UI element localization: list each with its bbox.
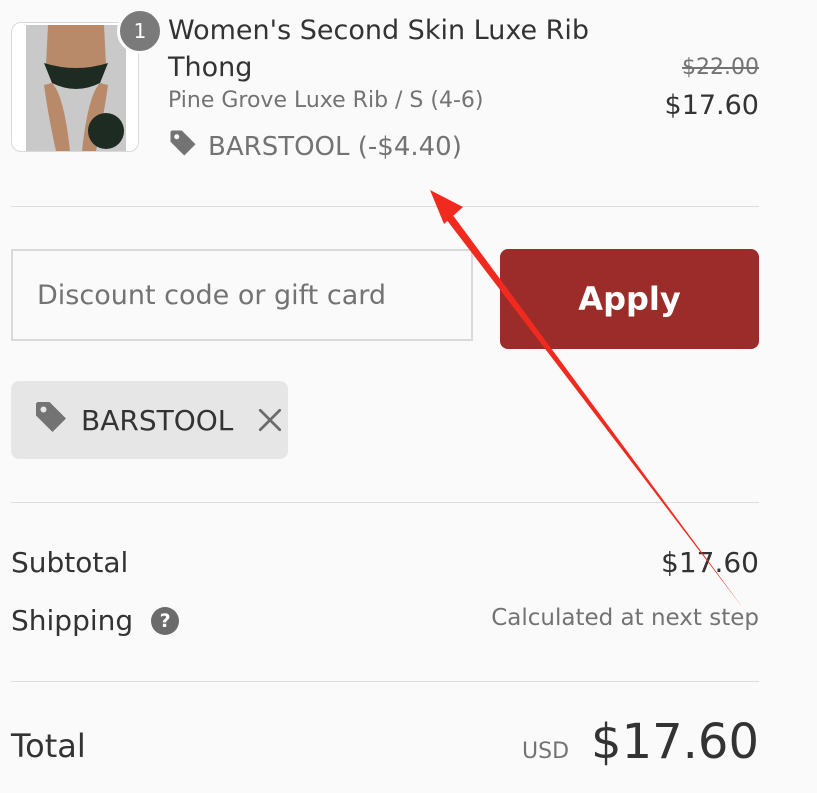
applied-discount-code: BARSTOOL: [81, 403, 234, 437]
total-currency: USD: [522, 739, 570, 764]
line-item-discount: BARSTOOL (-$4.40): [168, 128, 462, 165]
divider: [11, 681, 759, 682]
apply-button[interactable]: Apply: [500, 249, 759, 349]
shipping-row: Shipping ?: [11, 604, 180, 637]
total-value-group: USD $17.60: [522, 714, 759, 770]
shipping-value: Calculated at next step: [491, 605, 759, 631]
line-item-discount-text: BARSTOOL (-$4.40): [208, 131, 462, 162]
total-label: Total: [11, 727, 86, 765]
product-variant: Pine Grove Luxe Rib / S (4-6): [168, 88, 484, 113]
tag-icon: [33, 399, 69, 442]
original-price: $22.00: [682, 55, 759, 80]
checkout-order-summary: 1 Women's Second Skin Luxe Rib Thong Pin…: [0, 0, 817, 793]
subtotal-label: Subtotal: [11, 546, 129, 579]
divider: [11, 206, 759, 207]
remove-discount-button[interactable]: [255, 405, 285, 435]
shipping-label: Shipping: [11, 604, 134, 637]
quantity-badge: 1: [117, 8, 163, 54]
divider: [11, 502, 759, 503]
product-thumbnail: 1: [11, 8, 163, 152]
product-title: Women's Second Skin Luxe Rib Thong: [168, 15, 590, 83]
tag-icon: [168, 128, 198, 165]
applied-discount-chip: BARSTOOL: [11, 381, 288, 459]
subtotal-value: $17.60: [661, 546, 759, 579]
arrow-head: [430, 190, 463, 224]
color-swatch: [88, 113, 124, 149]
question-icon[interactable]: ?: [151, 606, 180, 635]
current-price: $17.60: [664, 90, 759, 121]
discount-code-input[interactable]: [11, 249, 473, 341]
total-amount: $17.60: [591, 714, 759, 770]
close-icon: [259, 408, 282, 432]
